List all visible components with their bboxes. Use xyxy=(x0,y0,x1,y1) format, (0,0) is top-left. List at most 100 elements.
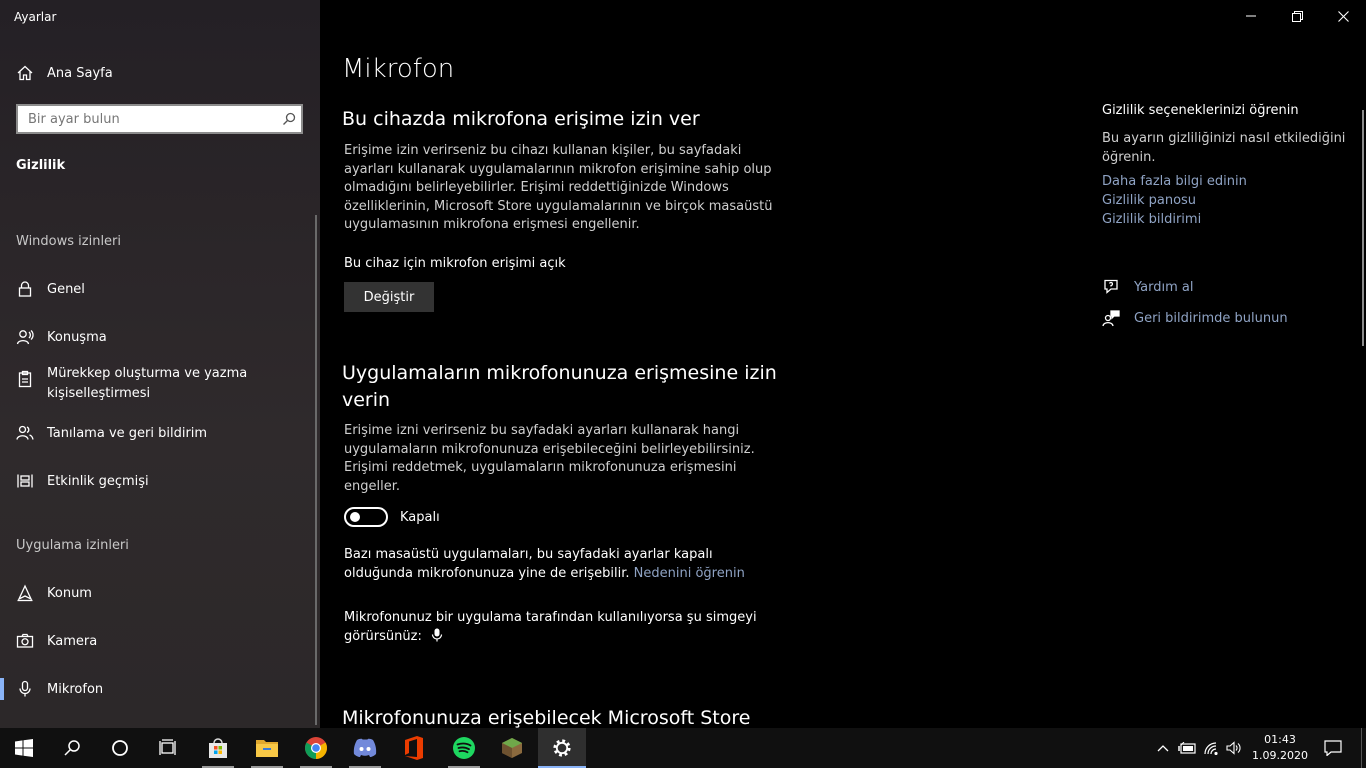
cortana-icon xyxy=(112,740,128,756)
app-title: Ayarlar xyxy=(14,10,57,24)
chevron-up-icon xyxy=(1157,745,1169,752)
main-content: Mikrofon Bu cihazda mikrofona erişime iz… xyxy=(320,0,1366,729)
battery-icon xyxy=(1178,742,1196,754)
change-button[interactable]: Değiştir xyxy=(344,282,434,312)
toggle-state-label: Kapalı xyxy=(400,510,440,525)
taskbar-chrome[interactable] xyxy=(292,728,340,768)
sidebar-scrollbar[interactable] xyxy=(315,215,317,725)
sidebar-item-label: Mikrofon xyxy=(47,681,104,697)
search-icon xyxy=(64,740,80,756)
privacy-options-description: Bu ayarın gizliliğinizi nasıl etkilediği… xyxy=(1102,131,1346,165)
give-feedback-label: Geri bildirimde bulunun xyxy=(1134,310,1288,326)
app-access-toggle[interactable] xyxy=(344,507,388,527)
device-access-description: Erişime izin verirseniz bu cihazı kullan… xyxy=(344,143,773,233)
camera-icon xyxy=(0,632,47,650)
search-icon[interactable] xyxy=(277,112,301,126)
desktop-apps-note: Bazı masaüstü uygulamaları, bu sayfadaki… xyxy=(344,546,774,583)
privacy-options-title: Gizlilik seçeneklerinizi öğrenin xyxy=(1102,103,1299,118)
chrome-icon xyxy=(305,737,327,759)
file-explorer-icon xyxy=(256,740,278,757)
clipboard-icon xyxy=(0,364,47,388)
sidebar-item-general[interactable]: Genel xyxy=(0,269,316,309)
sidebar-item-label: Etkinlik geçmişi xyxy=(47,473,149,489)
store-icon xyxy=(209,738,227,758)
sidebar-item-diagnostics[interactable]: Tanılama ve geri bildirim xyxy=(0,413,316,453)
lock-icon xyxy=(0,280,47,298)
section-app-permissions: Uygulama izinleri xyxy=(16,538,129,553)
sidebar-item-activity[interactable]: Etkinlik geçmişi xyxy=(0,461,316,501)
app-access-description: Erişime izni verirseniz bu sayfadaki aya… xyxy=(344,423,755,494)
main-scrollbar[interactable] xyxy=(1362,110,1364,346)
search-box[interactable] xyxy=(16,104,303,134)
microphone-icon xyxy=(431,628,443,642)
sidebar-item-label: Ana Sayfa xyxy=(47,65,113,81)
sidebar-item-inking[interactable]: Mürekkep oluşturma ve yazma kişiselleşti… xyxy=(0,364,316,412)
category-title: Gizlilik xyxy=(16,158,66,173)
wifi-icon xyxy=(1204,742,1218,755)
sidebar-item-label: Kamera xyxy=(47,633,98,649)
taskbar-store[interactable] xyxy=(194,728,242,768)
show-desktop-button[interactable] xyxy=(1361,728,1362,768)
taskbar-discord[interactable] xyxy=(341,728,389,768)
home-icon xyxy=(0,64,47,82)
search-input[interactable] xyxy=(18,106,277,132)
close-button[interactable] xyxy=(1320,0,1366,32)
sidebar-item-speech[interactable]: Konuşma xyxy=(0,317,316,357)
spotify-icon xyxy=(453,737,475,759)
tray-network-button[interactable] xyxy=(1199,728,1223,768)
tray-battery-button[interactable] xyxy=(1175,728,1199,768)
settings-icon xyxy=(553,739,571,757)
tray-volume-button[interactable] xyxy=(1222,728,1246,768)
start-button[interactable] xyxy=(0,728,48,768)
minimize-icon xyxy=(1246,15,1256,17)
tray-overflow-button[interactable] xyxy=(1151,728,1175,768)
taskbar-clock[interactable]: 01:43 1.09.2020 xyxy=(1252,732,1308,764)
taskbar-file-explorer[interactable] xyxy=(243,728,291,768)
sidebar-item-label: Konuşma xyxy=(47,329,107,345)
location-icon xyxy=(0,584,47,602)
clock-time: 01:43 xyxy=(1264,733,1296,746)
notification-icon xyxy=(1324,740,1342,756)
minimize-button[interactable] xyxy=(1228,0,1274,32)
action-center-button[interactable] xyxy=(1320,728,1346,768)
learn-more-link[interactable]: Daha fazla bilgi edinin xyxy=(1102,174,1247,189)
clock-date: 1.09.2020 xyxy=(1252,749,1308,762)
privacy-dashboard-link[interactable]: Gizlilik panosu xyxy=(1102,193,1196,208)
sidebar-item-microphone[interactable]: Mikrofon xyxy=(0,669,316,709)
task-view-button[interactable] xyxy=(144,728,192,768)
icon-note-text: Mikrofonunuz bir uygulama tarafından kul… xyxy=(344,610,757,644)
start-icon xyxy=(15,739,33,757)
restore-icon xyxy=(1291,10,1303,22)
close-icon xyxy=(1337,10,1349,22)
section-windows-permissions: Windows izinleri xyxy=(16,234,122,249)
give-feedback-link[interactable]: Geri bildirimde bulunun xyxy=(1102,309,1288,327)
cortana-button[interactable] xyxy=(96,728,144,768)
volume-icon xyxy=(1226,741,1241,755)
sidebar-item-camera[interactable]: Kamera xyxy=(0,621,316,661)
learn-why-link[interactable]: Nedenini öğrenin xyxy=(634,566,745,581)
sidebar-item-label: Tanılama ve geri bildirim xyxy=(47,425,208,441)
get-help-link[interactable]: Yardım al xyxy=(1102,278,1193,296)
device-access-heading: Bu cihazda mikrofona erişime izin ver xyxy=(342,108,700,130)
people-icon xyxy=(0,424,47,442)
task-view-icon xyxy=(159,739,176,755)
sidebar-item-label: Konum xyxy=(47,585,92,601)
help-chat-icon xyxy=(1102,278,1134,296)
taskbar-spotify[interactable] xyxy=(440,728,488,768)
microphone-icon xyxy=(0,680,47,698)
minecraft-icon xyxy=(502,738,522,758)
sidebar: Ayarlar Ana Sayfa Gizlilik Windows izinl… xyxy=(0,0,320,728)
taskbar-search-button[interactable] xyxy=(48,728,96,768)
restore-button[interactable] xyxy=(1274,0,1320,32)
taskbar-minecraft[interactable] xyxy=(488,728,536,768)
sidebar-item-location[interactable]: Konum xyxy=(0,573,316,613)
toggle-knob xyxy=(350,512,360,522)
sidebar-item-label: Mürekkep oluşturma ve yazma kişiselleşti… xyxy=(47,366,248,401)
get-help-label: Yardım al xyxy=(1134,279,1194,295)
app-access-heading: Uygulamaların mikrofonunuza erişmesine i… xyxy=(342,362,777,411)
taskbar-office[interactable] xyxy=(390,728,438,768)
speech-icon xyxy=(0,328,47,346)
privacy-statement-link[interactable]: Gizlilik bildirimi xyxy=(1102,212,1201,227)
sidebar-item-home[interactable]: Ana Sayfa xyxy=(0,53,316,93)
taskbar-settings[interactable] xyxy=(538,728,586,768)
